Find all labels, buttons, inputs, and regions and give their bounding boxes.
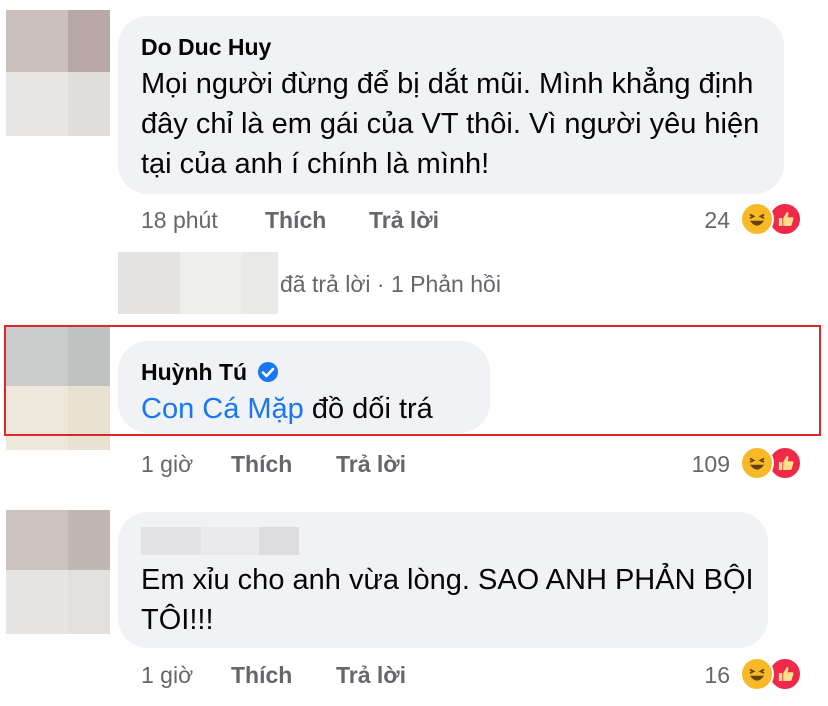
like-button[interactable]: Thích [265,207,326,234]
reply-avatars[interactable] [118,252,278,314]
reaction-count[interactable]: 109 [660,451,730,478]
avatar[interactable] [6,510,110,634]
comment-author[interactable]: Do Duc Huy [141,34,271,61]
laugh-reaction-icon [740,446,774,480]
laugh-reaction-icon [740,202,774,236]
reactions[interactable] [740,446,804,482]
reaction-count[interactable]: 16 [680,662,730,689]
comment-time[interactable]: 18 phút [141,207,218,234]
reactions[interactable] [740,202,804,238]
avatar[interactable] [6,10,110,136]
comment-time[interactable]: 1 giờ [141,662,193,689]
reactions[interactable] [740,657,804,693]
reply-summary[interactable]: đã trả lời · 1 Phản hồi [280,271,501,298]
comment-text: Em xỉu cho anh vừa lòng. SAO ANH PHẢN BỘ… [141,564,754,636]
reply-button[interactable]: Trả lời [336,451,406,478]
comment-text: Mọi người đừng để bị dắt mũi. Mình khẳng… [141,68,760,180]
comment-author-blurred[interactable] [141,527,299,555]
reply-button[interactable]: Trả lời [369,207,439,234]
comment-time[interactable]: 1 giờ [141,451,193,478]
reply-button[interactable]: Trả lời [336,662,406,689]
reaction-count[interactable]: 24 [680,207,730,234]
like-button[interactable]: Thích [231,662,292,689]
laugh-reaction-icon [740,657,774,691]
like-button[interactable]: Thích [231,451,292,478]
highlight-box [4,325,821,436]
